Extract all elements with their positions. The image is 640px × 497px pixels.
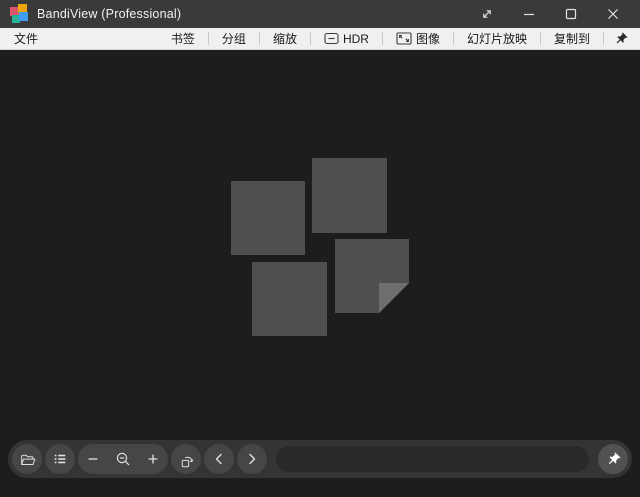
menu-slideshow-label: 幻灯片放映 [467,30,527,47]
bandiview-watermark-logo [231,158,409,337]
menu-file-label: 文件 [14,30,38,47]
menu-zoom-label: 缩放 [273,30,297,47]
open-folder-button[interactable] [12,444,42,474]
menu-image-label: 图像 [416,30,440,47]
list-icon [52,451,68,467]
fullscreen-button[interactable] [466,0,508,28]
image-canvas[interactable] [0,50,640,497]
window-controls [466,0,640,28]
menu-copy-to[interactable]: 复制到 [541,28,603,50]
close-button[interactable] [592,0,634,28]
previous-image-button[interactable] [204,444,234,474]
maximize-button[interactable] [550,0,592,28]
menubar-pin-button[interactable] [604,28,640,50]
chevron-right-icon [245,452,259,466]
minimize-icon [523,8,535,20]
menu-bookmarks[interactable]: 书签 [158,28,208,50]
app-logo-icon [7,3,29,25]
menu-slideshow[interactable]: 幻灯片放映 [454,28,540,50]
logo-square-right-folded [335,239,409,313]
logo-square-bottom [252,262,327,336]
maximize-icon [565,8,577,20]
folder-icon [19,451,36,468]
filename-input[interactable] [276,446,589,472]
menu-image[interactable]: 图像 [383,28,453,50]
logo-square-top [312,158,387,233]
titlebar: BandiView (Professional) [0,0,640,28]
logo-fold-corner [379,283,409,313]
rotate-right-icon [178,451,195,468]
bottom-toolbar [8,440,632,478]
list-view-button[interactable] [45,444,75,474]
app-window: BandiView (Professional) [0,0,640,497]
window-title: BandiView (Professional) [37,7,181,21]
rotate-button[interactable] [171,444,201,474]
logo-square-left [231,181,305,255]
menubar: 文件 书签 分组 缩放 HDR 图像 [0,28,640,50]
zoom-lens-button[interactable] [108,444,138,474]
close-icon [607,8,619,20]
menu-zoom[interactable]: 缩放 [260,28,310,50]
magnifier-minus-icon [115,451,131,467]
menu-group-label: 分组 [222,30,246,47]
pushpin-icon [606,452,621,467]
next-image-button[interactable] [237,444,267,474]
hdr-box-minus-icon [324,32,339,45]
pushpin-icon [614,32,628,46]
menu-hdr-label: HDR [343,32,369,46]
menu-bookmarks-label: 书签 [171,30,195,47]
fullscreen-icon [480,7,494,21]
chevron-left-icon [212,452,226,466]
toolbar-pin-button[interactable] [598,444,628,474]
minus-icon [86,452,100,466]
plus-icon [146,452,160,466]
menu-hdr[interactable]: HDR [311,28,382,50]
zoom-in-button[interactable] [138,444,168,474]
menu-copy-to-label: 复制到 [554,30,590,47]
image-resize-icon [396,32,412,45]
menu-file[interactable]: 文件 [0,28,52,50]
zoom-out-button[interactable] [78,444,108,474]
minimize-button[interactable] [508,0,550,28]
zoom-control-group [78,444,168,474]
menu-group[interactable]: 分组 [209,28,259,50]
